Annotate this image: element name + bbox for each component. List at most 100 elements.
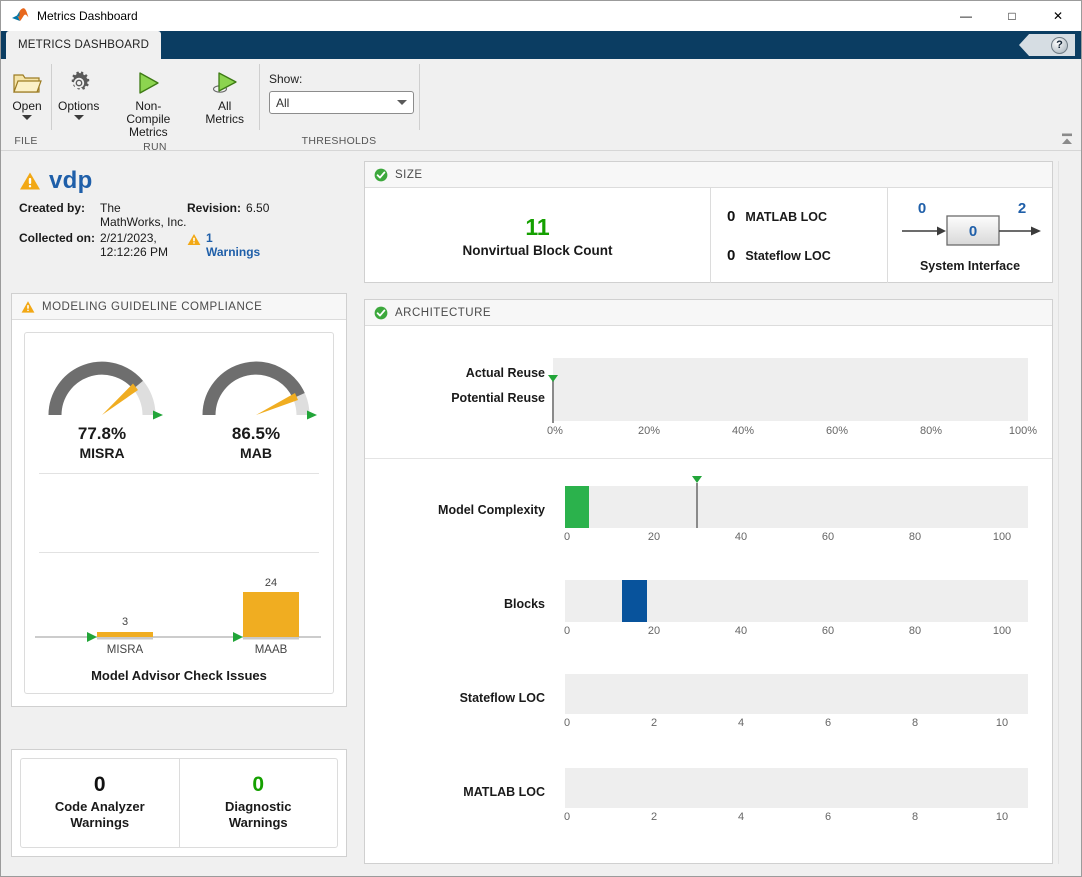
stateflow-loc-tick-4: 8 [912,717,918,729]
size-panel-header: SIZE [365,162,1052,188]
reuse-chart[interactable]: Actual Reuse Potential Reuse 0% 20% 40% … [365,326,1052,458]
matlab-icon [11,8,29,24]
size-panel-title: SIZE [395,169,423,181]
help-button[interactable]: ? [1019,34,1075,56]
system-interface-metric[interactable]: 0 0 2 System Interface [888,188,1052,283]
model-complexity-tick-5: 100 [993,531,1011,543]
matlab-loc-label: MATLAB LOC [745,210,827,224]
warning-icon [19,171,41,191]
model-complexity-track [565,486,1028,528]
stateflow-loc-metric[interactable]: 0 Stateflow LOC [727,247,887,264]
stateflow-loc-track [565,674,1028,714]
model-complexity-tick-4: 80 [909,531,921,543]
system-interface-outputs: 2 [1018,200,1026,217]
warnings-panel: 0 Code Analyzer Warnings 0 Diagnostic Wa… [11,749,347,857]
blocks-bar [622,580,647,622]
model-complexity-tick-0: 0 [564,531,570,543]
matlab-loc-label: MATLAB LOC [365,785,545,799]
matlab-loc-value: 0 [727,208,735,225]
open-button[interactable]: Open [1,64,53,122]
misra-bar-value: 3 [122,616,128,628]
code-analyzer-warnings-value: 0 [25,773,175,797]
options-button[interactable]: Options [51,64,106,122]
ribbon-group-run: Options Non-Compile Metrics [51,59,259,150]
close-button[interactable]: ✕ [1035,1,1081,31]
all-metrics-button[interactable]: All Metrics [190,64,259,128]
architecture-scrollbar[interactable] [1058,161,1073,864]
matlab-loc-metric[interactable]: 0 MATLAB LOC [727,208,887,225]
check-issues-plot: 3 MISRA 24 MAAB [25,561,331,657]
stateflow-loc-tick-0: 0 [564,717,570,729]
misra-gauge[interactable]: 77.8% MISRA [36,347,168,461]
maximize-button[interactable]: □ [989,1,1035,31]
open-label: Open [12,100,41,113]
stateflow-loc-tick-1: 2 [651,717,657,729]
blocks-tick-4: 80 [909,625,921,637]
reuse-tick-3: 60% [826,425,848,437]
non-compile-metrics-button[interactable]: Non-Compile Metrics [106,64,190,141]
loc-metrics: 0 MATLAB LOC 0 Stateflow LOC [710,188,888,283]
tab-metrics-dashboard[interactable]: METRICS DASHBOARD [6,31,161,59]
left-column: vdp Created by: The MathWorks, Inc. Revi… [1,153,361,876]
system-interface-inputs: 0 [918,200,926,217]
code-analyzer-warnings-card[interactable]: 0 Code Analyzer Warnings [21,759,179,847]
architecture-panel-title: ARCHITECTURE [395,307,491,319]
misra-bar-label: MISRA [107,644,144,656]
compliance-panel-header: MODELING GUIDELINE COMPLIANCE [12,294,346,320]
matlab-loc-tick-1: 2 [651,811,657,823]
diagnostic-warnings-card[interactable]: 0 Diagnostic Warnings [179,759,338,847]
options-dropdown-caret[interactable] [74,115,84,120]
reuse-threshold-marker [548,375,558,382]
blocks-tick-1: 20 [648,625,660,637]
stateflow-loc-label: Stateflow LOC [365,691,545,705]
stateflow-loc-value: 0 [727,247,735,264]
system-interface-center: 0 [969,223,977,240]
warnings-link[interactable]: 1 Warnings [206,231,260,259]
gauge-row: 77.8% MISRA 86.5% [25,333,333,467]
folder-open-icon [12,66,42,100]
nonvirtual-block-count-label: Nonvirtual Block Count [462,243,612,258]
compliance-panel-title: MODELING GUIDELINE COMPLIANCE [42,301,262,313]
warning-icon [21,300,35,314]
collapse-ribbon-icon[interactable] [1059,131,1075,147]
model-metadata: Created by: The MathWorks, Inc. Revision… [19,201,361,259]
show-select[interactable]: All [269,91,414,114]
mab-gauge[interactable]: 86.5% MAB [190,347,322,461]
nonvirtual-block-count-metric[interactable]: 11 Nonvirtual Block Count [365,188,710,283]
matlab-loc-tick-0: 0 [564,811,570,823]
diagnostic-warnings-label-line2: Warnings [229,815,288,830]
mab-gauge-value: 86.5% [190,424,322,444]
blocks-chart[interactable]: Blocks 0 20 40 60 80 100 [365,555,1052,649]
misra-gauge-icon [39,347,165,423]
blocks-tick-0: 0 [564,625,570,637]
chevron-down-icon [397,100,407,105]
matlab-loc-chart[interactable]: MATLAB LOC 0 2 4 6 8 10 [365,743,1052,837]
size-panel: SIZE 11 Nonvirtual Block Count 0 MATLAB … [364,161,1053,283]
stateflow-loc-tick-3: 6 [825,717,831,729]
created-by-label: Created by: [19,201,95,229]
matlab-loc-tick-3: 6 [825,811,831,823]
architecture-panel: ARCHITECTURE Actual Reuse Potential Reus… [364,299,1053,864]
reuse-tick-0: 0% [547,425,563,437]
ribbon-group-file: Open FILE [1,59,51,150]
metrics-dashboard-window: Metrics Dashboard — □ ✕ METRICS DASHBOAR… [0,0,1082,877]
reuse-tick-1: 20% [638,425,660,437]
play-stack-icon [210,66,240,100]
compliance-empty-region [25,480,333,546]
open-dropdown-caret[interactable] [22,115,32,120]
minimize-button[interactable]: — [943,1,989,31]
reuse-tick-2: 40% [732,425,754,437]
stateflow-loc-label: Stateflow LOC [745,249,830,263]
right-column: SIZE 11 Nonvirtual Block Count 0 MATLAB … [364,153,1077,872]
model-advisor-check-issues-chart[interactable]: 3 MISRA 24 MAAB Model Advisor Check Issu… [25,559,333,693]
blocks-tick-2: 40 [735,625,747,637]
options-label: Options [58,100,99,113]
reuse-track [553,358,1028,421]
potential-reuse-label: Potential Reuse [395,391,545,405]
revision-value: 6.50 [246,201,269,215]
mab-gauge-icon [193,347,319,423]
stateflow-loc-chart[interactable]: Stateflow LOC 0 2 4 6 8 10 [365,649,1052,743]
check-circle-icon [374,306,388,320]
model-complexity-chart[interactable]: Model Complexity 0 20 40 60 80 100 [365,459,1052,555]
show-select-value: All [276,96,397,110]
